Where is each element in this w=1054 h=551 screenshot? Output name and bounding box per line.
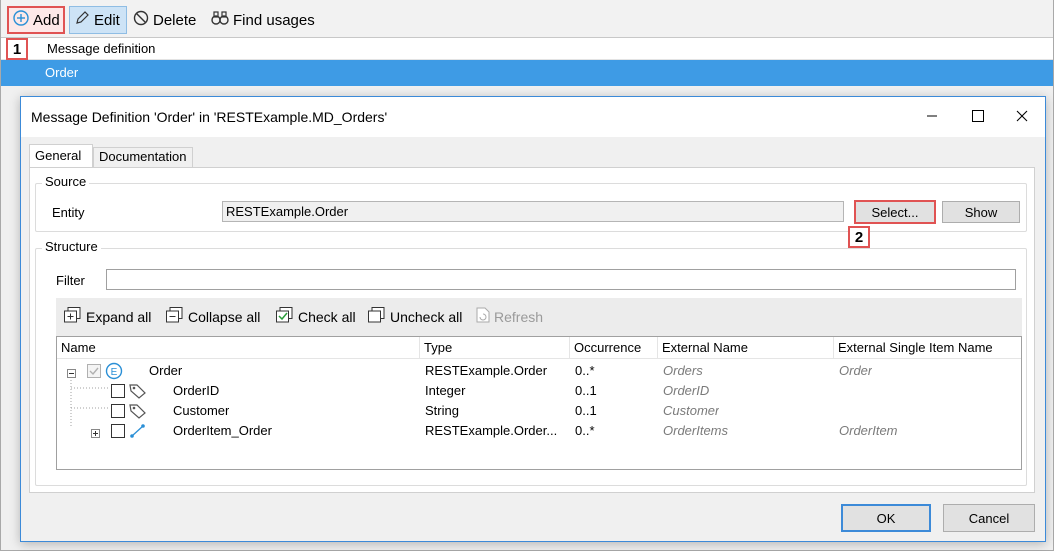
message-definition-dialog: Message Definition 'Order' in 'RESTExamp… bbox=[20, 96, 1046, 542]
tree-row[interactable]: OrderID Integer 0..1 OrderID bbox=[57, 381, 1021, 401]
cancel-button[interactable]: Cancel bbox=[943, 504, 1035, 532]
row-checkbox[interactable] bbox=[87, 364, 101, 378]
maximize-button[interactable] bbox=[955, 97, 1001, 137]
column-header-occurrence[interactable]: Occurrence bbox=[569, 337, 657, 359]
collapse-toggle-icon[interactable] bbox=[67, 366, 76, 381]
tree-row[interactable]: Customer String 0..1 Customer bbox=[57, 401, 1021, 421]
check-all-icon bbox=[276, 307, 294, 326]
refresh-button[interactable]: Refresh bbox=[476, 307, 543, 326]
row-external-name: Orders bbox=[663, 363, 703, 378]
entity-icon: E bbox=[105, 362, 123, 383]
tree-row[interactable]: OrderItem_Order RESTExample.Order... 0..… bbox=[57, 421, 1021, 441]
minimize-icon bbox=[926, 109, 938, 125]
close-icon bbox=[1016, 109, 1028, 125]
row-occurrence: 0..1 bbox=[575, 403, 597, 418]
list-item-selected[interactable]: Order bbox=[1, 60, 1053, 86]
refresh-label: Refresh bbox=[494, 308, 544, 325]
edit-button-label: Edit bbox=[94, 11, 120, 29]
row-checkbox[interactable] bbox=[111, 384, 125, 398]
row-name: Customer bbox=[173, 403, 230, 418]
dialog-title-bar: Message Definition 'Order' in 'RESTExamp… bbox=[21, 97, 1045, 137]
pencil-icon bbox=[74, 10, 90, 30]
delete-button-label: Delete bbox=[153, 11, 197, 29]
row-external-name: Customer bbox=[663, 403, 720, 418]
close-button[interactable] bbox=[999, 97, 1045, 137]
expand-toggle-icon[interactable] bbox=[91, 426, 100, 441]
find-usages-label: Find usages bbox=[233, 11, 315, 29]
row-type: String bbox=[425, 403, 459, 418]
uncheck-all-label: Uncheck all bbox=[390, 308, 463, 325]
structure-toolbar: Expand all Collapse all Check all Unchec… bbox=[56, 298, 1022, 336]
collapse-all-icon bbox=[166, 307, 184, 326]
filter-input[interactable] bbox=[106, 269, 1016, 290]
annotation-badge-1: 1 bbox=[6, 38, 28, 60]
row-name: Order bbox=[149, 363, 183, 378]
tab-documentation[interactable]: Documentation bbox=[93, 147, 193, 168]
row-name: OrderID bbox=[173, 383, 220, 398]
row-occurrence: 0..* bbox=[575, 363, 595, 378]
entity-label: Entity bbox=[52, 205, 85, 220]
select-entity-button[interactable]: Select... bbox=[854, 200, 936, 224]
source-group: Source Entity RESTExample.Order Select..… bbox=[35, 174, 1027, 232]
expand-all-button[interactable]: Expand all bbox=[64, 307, 151, 326]
list-column-header[interactable]: Message definition bbox=[1, 38, 1053, 60]
main-toolbar: Add Edit Delete Find usages bbox=[1, 0, 1053, 38]
add-button[interactable]: Add bbox=[7, 6, 65, 34]
add-circle-icon bbox=[13, 10, 29, 30]
uncheck-all-icon bbox=[368, 307, 386, 326]
binoculars-icon bbox=[211, 10, 229, 30]
annotation-badge-2: 2 bbox=[848, 226, 870, 248]
svg-text:E: E bbox=[111, 367, 118, 378]
general-tab-panel: Source Entity RESTExample.Order Select..… bbox=[29, 167, 1035, 493]
filter-label: Filter bbox=[56, 273, 85, 288]
uncheck-all-button[interactable]: Uncheck all bbox=[368, 307, 462, 326]
row-type: RESTExample.Order... bbox=[425, 423, 558, 438]
grid-header: Name Type Occurrence External Name Exter… bbox=[57, 337, 1021, 359]
row-type: Integer bbox=[425, 383, 466, 398]
row-checkbox[interactable] bbox=[111, 424, 125, 438]
column-header-name[interactable]: Name bbox=[57, 337, 419, 359]
row-external-name: OrderItems bbox=[663, 423, 729, 438]
association-icon bbox=[129, 423, 147, 442]
structure-group: Structure Filter Expand all Collapse all… bbox=[35, 239, 1027, 486]
column-header-external-name[interactable]: External Name bbox=[657, 337, 833, 359]
tab-general[interactable]: General bbox=[29, 144, 93, 168]
ok-button[interactable]: OK bbox=[841, 504, 931, 532]
check-all-button[interactable]: Check all bbox=[276, 307, 356, 326]
delete-button[interactable]: Delete bbox=[129, 6, 200, 34]
column-header-type[interactable]: Type bbox=[419, 337, 569, 359]
row-checkbox[interactable] bbox=[111, 404, 125, 418]
tag-icon bbox=[129, 383, 147, 402]
expand-all-label: Expand all bbox=[86, 308, 152, 325]
check-all-label: Check all bbox=[298, 308, 356, 325]
structure-group-title: Structure bbox=[42, 239, 101, 254]
row-name: OrderItem_Order bbox=[173, 423, 272, 438]
add-button-label: Add bbox=[33, 11, 60, 29]
tree-row[interactable]: E Order RESTExample.Order 0..* Orders Or… bbox=[57, 361, 1021, 381]
collapse-all-button[interactable]: Collapse all bbox=[166, 307, 260, 326]
structure-tree-grid[interactable]: Name Type Occurrence External Name Exter… bbox=[56, 336, 1022, 470]
message-definition-list: Message definition Order bbox=[1, 38, 1053, 86]
entity-field: RESTExample.Order bbox=[222, 201, 844, 222]
row-type: RESTExample.Order bbox=[425, 363, 548, 378]
find-usages-button[interactable]: Find usages bbox=[207, 6, 319, 34]
column-header-external-single-item-name[interactable]: External Single Item Name bbox=[833, 337, 1009, 359]
row-external-name: OrderID bbox=[663, 383, 710, 398]
row-occurrence: 0..1 bbox=[575, 383, 597, 398]
edit-button[interactable]: Edit bbox=[69, 6, 127, 34]
show-entity-button[interactable]: Show bbox=[942, 201, 1020, 223]
row-single-item-name: Order bbox=[839, 363, 873, 378]
collapse-all-label: Collapse all bbox=[188, 308, 261, 325]
no-entry-icon bbox=[133, 10, 149, 30]
dialog-title: Message Definition 'Order' in 'RESTExamp… bbox=[31, 109, 388, 125]
tag-icon bbox=[129, 403, 147, 422]
source-group-title: Source bbox=[42, 174, 90, 189]
row-occurrence: 0..* bbox=[575, 423, 595, 438]
row-single-item-name: OrderItem bbox=[839, 423, 898, 438]
maximize-icon bbox=[972, 109, 984, 125]
refresh-icon bbox=[476, 307, 490, 326]
expand-all-icon bbox=[64, 307, 82, 326]
minimize-button[interactable] bbox=[909, 97, 955, 137]
